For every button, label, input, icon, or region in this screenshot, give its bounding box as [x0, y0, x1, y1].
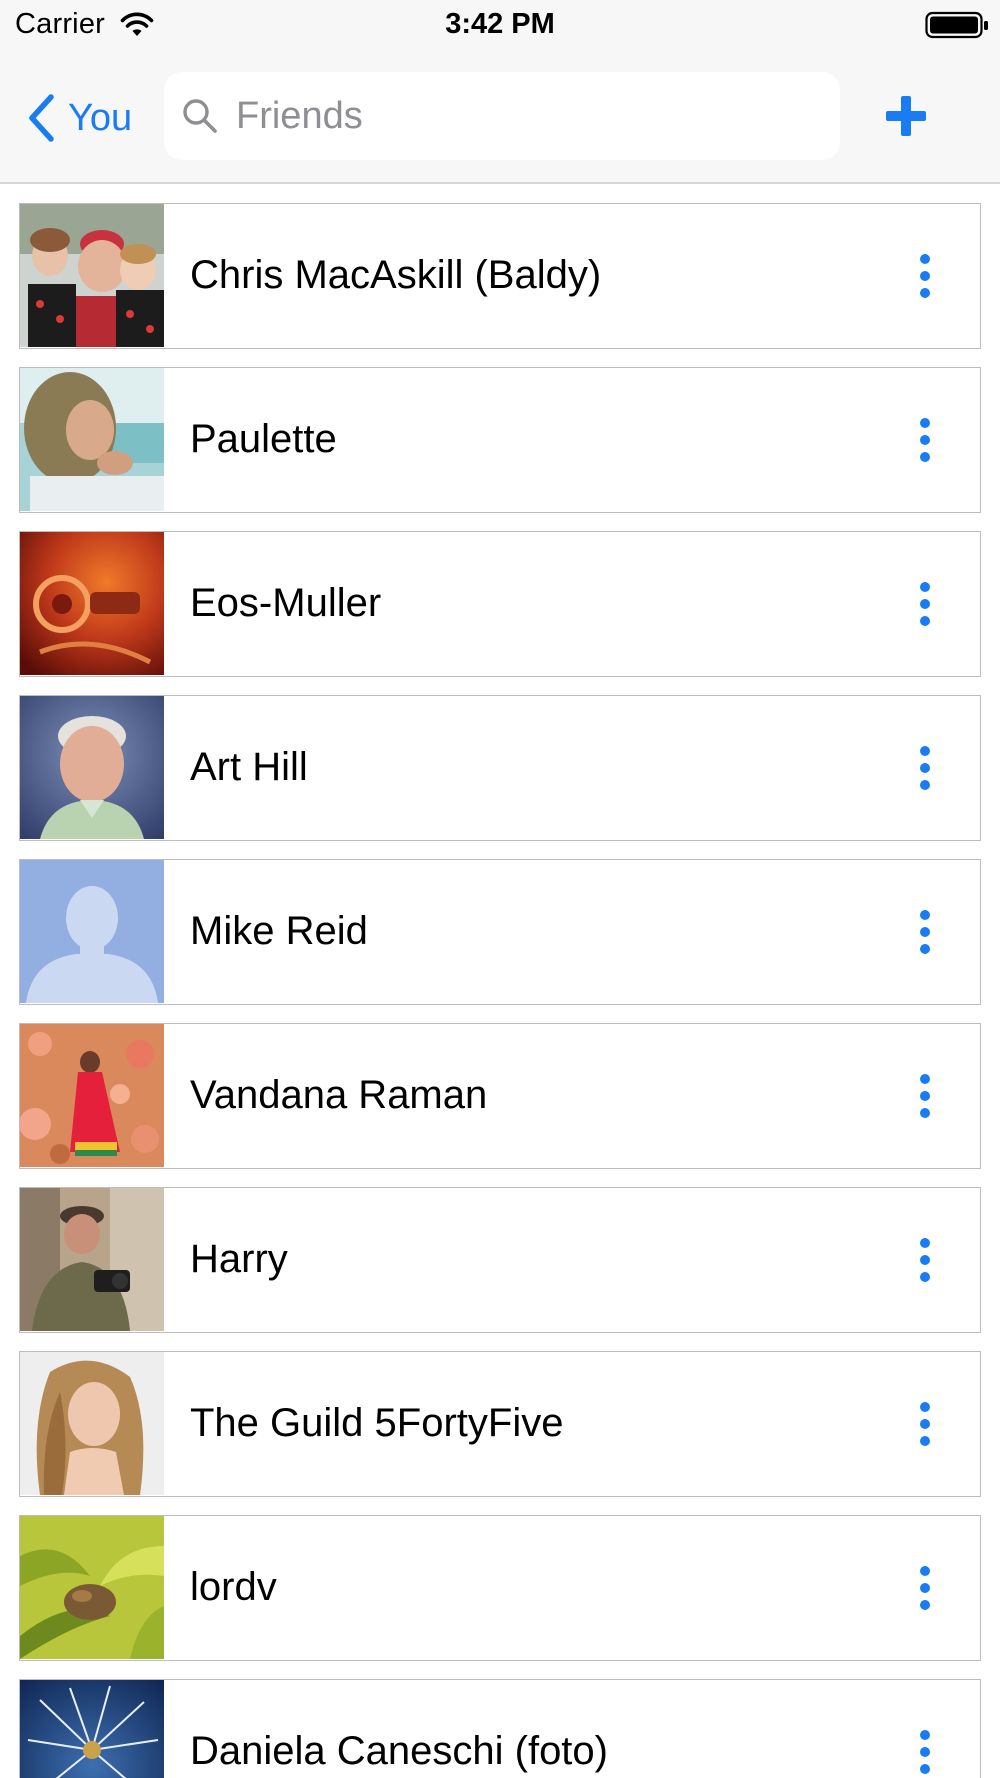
friend-avatar [20, 532, 164, 675]
friend-row[interactable]: The Guild 5FortyFive [19, 1351, 981, 1497]
search-input[interactable] [236, 94, 816, 138]
more-options-icon[interactable] [918, 1236, 932, 1284]
friend-name: Vandana Raman [190, 1073, 488, 1117]
friend-row[interactable]: Daniela Caneschi (foto) [19, 1679, 981, 1778]
friend-name: Eos-Muller [190, 581, 382, 625]
friend-avatar [20, 696, 164, 839]
friend-row[interactable]: Eos-Muller [19, 531, 981, 677]
friend-name: Mike Reid [190, 909, 368, 953]
battery-icon [925, 11, 988, 39]
search-icon [183, 99, 217, 133]
more-options-icon[interactable] [918, 744, 932, 792]
more-options-icon[interactable] [918, 416, 932, 464]
search-field[interactable] [164, 72, 840, 160]
friend-row[interactable]: Paulette [19, 367, 981, 513]
back-button[interactable]: You [26, 90, 132, 146]
friend-row[interactable]: Chris MacAskill (Baldy) [19, 203, 981, 349]
friend-name: Harry [190, 1237, 288, 1281]
chevron-left-icon [29, 94, 54, 142]
friend-avatar [20, 204, 164, 347]
friend-name: Chris MacAskill (Baldy) [190, 253, 602, 297]
more-options-icon[interactable] [918, 1728, 932, 1776]
more-options-icon[interactable] [918, 1072, 932, 1120]
friend-row[interactable]: Vandana Raman [19, 1023, 981, 1169]
clock: 3:42 PM [445, 8, 555, 40]
more-options-icon[interactable] [918, 1564, 932, 1612]
friend-name: Paulette [190, 417, 337, 461]
more-options-icon[interactable] [918, 908, 932, 956]
friend-avatar [20, 1680, 164, 1778]
friend-avatar [20, 860, 164, 1003]
friend-avatar [20, 1024, 164, 1167]
friends-list: Chris MacAskill (Baldy) Paulette Eos-Mul… [0, 184, 1000, 1778]
more-options-icon[interactable] [918, 1400, 932, 1448]
more-options-icon[interactable] [918, 252, 932, 300]
friend-row[interactable]: Art Hill [19, 695, 981, 841]
more-options-icon[interactable] [918, 580, 932, 628]
friend-row[interactable]: Harry [19, 1187, 981, 1333]
back-button-label: You [68, 96, 133, 139]
friend-name: The Guild 5FortyFive [190, 1401, 564, 1445]
friend-avatar [20, 1516, 164, 1659]
friend-avatar [20, 1352, 164, 1495]
friend-name: Daniela Caneschi (foto) [190, 1729, 608, 1773]
friend-row[interactable]: lordv [19, 1515, 981, 1661]
navigation-bar: You [0, 52, 1000, 184]
friend-avatar [20, 1188, 164, 1331]
friend-avatar [20, 368, 164, 511]
friend-name: lordv [190, 1565, 277, 1609]
friend-name: Art Hill [190, 745, 308, 789]
plus-icon[interactable] [882, 92, 930, 140]
status-bar: Carrier 3:42 PM [0, 0, 1000, 52]
friend-row[interactable]: Mike Reid [19, 859, 981, 1005]
